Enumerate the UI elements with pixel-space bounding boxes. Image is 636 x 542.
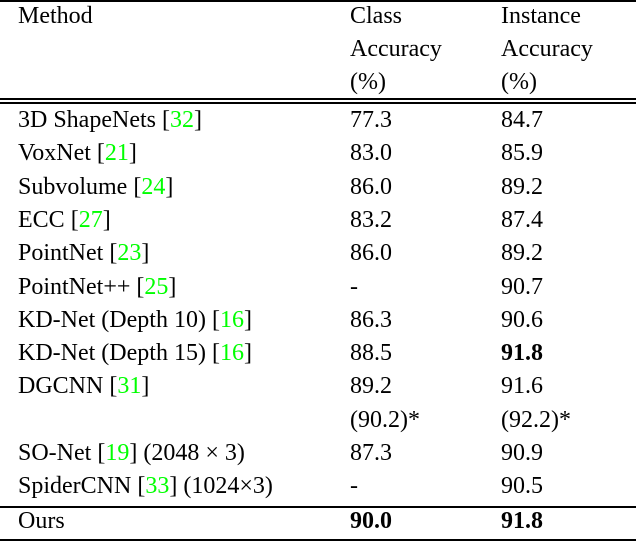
instance-accuracy-cell: 89.2 [501,240,543,267]
method-name: KD-Net (Depth 10) [18,306,206,333]
citation-link[interactable]: 23 [117,240,141,266]
class-accuracy-cell: 86.0 [350,240,392,267]
header-class-line2: Accuracy [350,36,442,62]
citation-link[interactable]: 25 [144,274,168,300]
method-name: ECC [18,206,65,233]
header-instance-line3: (%) [501,69,537,95]
class-accuracy-cell: 88.5 [350,340,392,367]
ours-method: Ours [18,508,65,534]
method-cell: SO-Net [19] (2048 × 3) [18,440,245,466]
bottom-rule [0,539,636,541]
class-accuracy-cell: - [350,273,358,300]
header-instance-line1: Instance [501,3,581,29]
method-name: 3D ShapeNets [18,107,156,133]
class-accuracy-cell: 77.3 [350,107,392,133]
header-double-rule-bottom [0,102,636,104]
method-cell: DGCNN [31] [18,373,150,400]
citation-link[interactable]: 21 [105,140,129,166]
method-cell: ECC [27] [18,206,111,233]
citation-link[interactable]: 19 [105,440,129,466]
citation-link[interactable]: 16 [220,307,244,333]
instance-accuracy-cell: 87.4 [501,206,543,233]
instance-accuracy-cell: (92.2)* [501,406,571,433]
method-suffix: (1024×3) [177,473,273,500]
header-instance-line2: Accuracy [501,36,593,62]
method-cell: VoxNet [21] [18,140,137,167]
method-name: KD-Net (Depth 15) [18,340,206,367]
header-class-line1: Class [350,3,403,29]
class-accuracy-cell: 86.3 [350,306,392,333]
citation-link[interactable]: 24 [141,174,165,200]
citation-link[interactable]: 33 [145,473,169,499]
method-name: SO-Net [18,440,92,466]
instance-accuracy-cell: 90.7 [501,273,543,300]
method-cell: Subvolume [24] [18,173,174,200]
method-cell: PointNet++ [25] [18,273,177,300]
class-accuracy-cell: - [350,473,358,500]
method-name: PointNet++ [18,273,131,300]
instance-accuracy-cell: 90.5 [501,473,543,500]
citation-link[interactable]: 27 [79,207,103,233]
citation-link[interactable]: 32 [170,107,194,133]
class-accuracy-cell: 83.2 [350,206,392,233]
method-name: SpiderCNN [18,473,132,500]
citation-link[interactable]: 31 [117,373,141,399]
class-accuracy-cell: 89.2 [350,373,392,400]
ours-class-accuracy: 90.0 [350,508,392,534]
class-accuracy-cell: (90.2)* [350,406,420,433]
method-name: PointNet [18,240,104,267]
instance-accuracy-cell: 91.8 [501,340,543,367]
class-accuracy-cell: 83.0 [350,140,392,167]
citation-link[interactable]: 16 [220,340,244,366]
method-cell: SpiderCNN [33] (1024×3) [18,473,273,500]
class-accuracy-cell: 87.3 [350,440,392,466]
method-cell: KD-Net (Depth 10) [16] [18,306,252,333]
class-accuracy-cell: 86.0 [350,173,392,200]
method-name: VoxNet [18,140,91,167]
method-name: Subvolume [18,173,128,200]
header-double-rule-top [0,98,636,100]
ours-instance-accuracy: 91.8 [501,508,543,534]
method-cell: 3D ShapeNets [32] [18,107,202,133]
instance-accuracy-cell: 89.2 [501,173,543,200]
method-name: DGCNN [18,373,104,400]
header-method: Method [18,3,93,29]
header-class-line3: (%) [350,69,386,95]
instance-accuracy-cell: 90.6 [501,306,543,333]
instance-accuracy-cell: 84.7 [501,107,543,133]
instance-accuracy-cell: 85.9 [501,140,543,167]
method-cell: PointNet [23] [18,240,150,267]
method-suffix: (2048 × 3) [137,440,245,466]
method-cell: KD-Net (Depth 15) [16] [18,340,252,367]
instance-accuracy-cell: 91.6 [501,373,543,400]
instance-accuracy-cell: 90.9 [501,440,543,466]
